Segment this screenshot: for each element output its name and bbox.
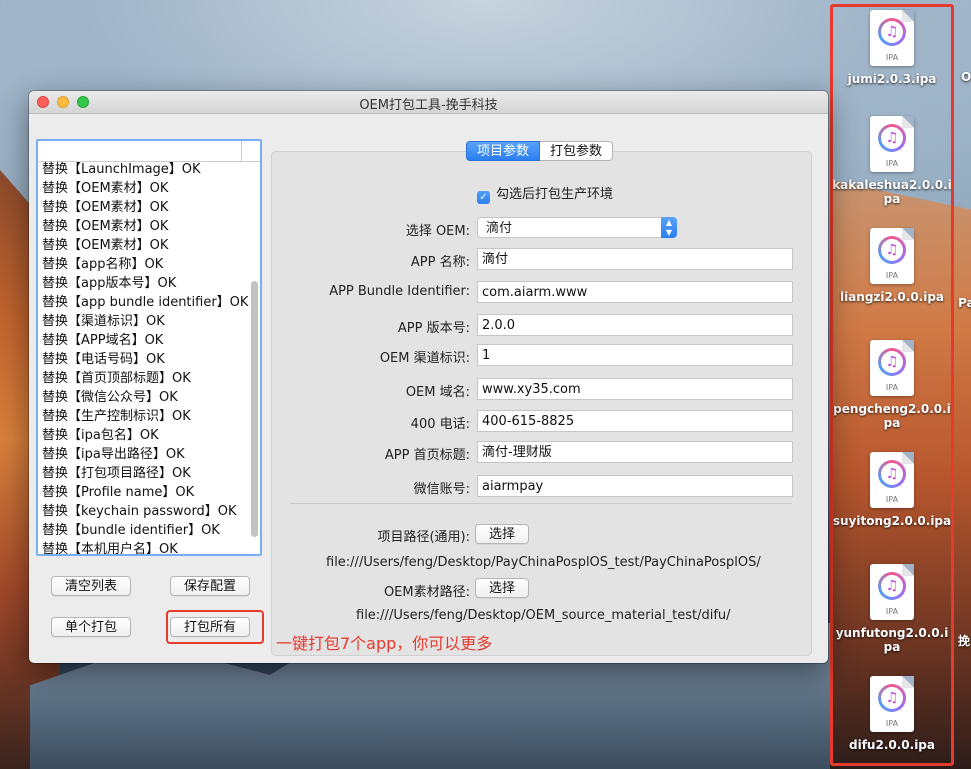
oem-domain-label: OEM 域名:: [405, 385, 470, 400]
save-config-button[interactable]: 保存配置: [170, 576, 250, 596]
phone-label: 400 电话:: [410, 417, 470, 432]
log-item[interactable]: 替换【bundle identifier】OK: [42, 521, 248, 540]
tab-project-params[interactable]: 项目参数: [466, 141, 541, 161]
log-item[interactable]: 替换【OEM素材】OK: [42, 198, 248, 217]
app-name-field[interactable]: 滴付: [477, 248, 793, 270]
list-header: [38, 141, 260, 162]
project-path-label: 项目路径(通用):: [377, 530, 470, 545]
clear-list-button[interactable]: 清空列表: [51, 576, 131, 596]
checkmark-icon: ✓: [477, 191, 490, 204]
build-single-button[interactable]: 单个打包: [51, 617, 131, 637]
oem-select-value: 滴付: [486, 221, 513, 236]
app-version-field[interactable]: 2.0.0: [477, 314, 793, 336]
title-bar[interactable]: OEM打包工具-挽手科技: [29, 91, 828, 114]
log-item[interactable]: 替换【OEM素材】OK: [42, 217, 248, 236]
wechat-account-label: 微信账号:: [413, 482, 470, 497]
home-title-label: APP 首页标题:: [384, 448, 470, 463]
annotation-text: 一键打包7个app，你可以更多: [276, 634, 493, 653]
app-version-label: APP 版本号:: [397, 321, 470, 336]
choose-project-path-button[interactable]: 选择: [475, 524, 529, 544]
log-item[interactable]: 替换【LaunchImage】OK: [42, 160, 248, 179]
highlight-box-build-all: [166, 610, 264, 644]
tab-build-params[interactable]: 打包参数: [540, 141, 614, 161]
desktop-file-name-partial: 挽: [958, 634, 971, 648]
log-item[interactable]: 替换【OEM素材】OK: [42, 179, 248, 198]
divider: [290, 503, 792, 504]
log-item[interactable]: 替换【渠道标识】OK: [42, 312, 248, 331]
log-list[interactable]: 替换【LaunchImage】OK 替换【OEM素材】OK 替换【OEM素材】OK 替…: [36, 139, 262, 556]
oem-select-label: 选择 OEM:: [405, 224, 470, 239]
log-item[interactable]: 替换【OEM素材】OK: [42, 236, 248, 255]
app-window: OEM打包工具-挽手科技 替换【LaunchImage】OK 替换【OEM素材】O…: [29, 91, 828, 663]
log-item[interactable]: 替换【app名称】OK: [42, 255, 248, 274]
list-scrollbar[interactable]: [251, 281, 258, 537]
log-item[interactable]: 替换【keychain password】OK: [42, 502, 248, 521]
log-item[interactable]: 替换【打包项目路径】OK: [42, 464, 248, 483]
channel-id-field[interactable]: 1: [477, 344, 793, 366]
home-title-field[interactable]: 滴付-理财版: [477, 441, 793, 463]
log-item[interactable]: 替换【首页顶部标题】OK: [42, 369, 248, 388]
app-name-label: APP 名称:: [410, 255, 470, 270]
highlight-box-ipa-files: [830, 4, 954, 766]
bundle-id-label: APP Bundle Identifier:: [329, 284, 470, 299]
window-title: OEM打包工具-挽手科技: [359, 98, 498, 113]
log-item[interactable]: 替换【本机用户名】OK: [42, 540, 248, 554]
checkbox-label: 勾选后打包生产环境: [496, 187, 614, 202]
bundle-id-field[interactable]: com.aiarm.www: [477, 281, 793, 303]
tab-bar: 项目参数 打包参数: [466, 141, 614, 161]
chevron-updown-icon: ▲ ▼: [661, 217, 677, 238]
log-items: 替换【LaunchImage】OK 替换【OEM素材】OK 替换【OEM素材】OK 替…: [42, 160, 248, 554]
material-path-label: OEM素材路径:: [383, 585, 470, 600]
log-item[interactable]: 替换【app版本号】OK: [42, 274, 248, 293]
log-item[interactable]: 替换【app bundle identifier】OK: [42, 293, 248, 312]
log-item[interactable]: 替换【微信公众号】OK: [42, 388, 248, 407]
log-item[interactable]: 替换【Profile name】OK: [42, 483, 248, 502]
log-item[interactable]: 替换【ipa导出路径】OK: [42, 445, 248, 464]
log-item[interactable]: 替换【APP域名】OK: [42, 331, 248, 350]
channel-id-label: OEM 渠道标识:: [379, 351, 470, 366]
material-path-value: file:///Users/feng/Desktop/OEM_source_ma…: [356, 608, 731, 623]
desktop-file-name-partial: O: [961, 70, 971, 84]
oem-select[interactable]: 滴付 ▲ ▼: [477, 217, 677, 238]
oem-domain-field[interactable]: www.xy35.com: [477, 378, 793, 400]
wechat-account-field[interactable]: aiarmpay: [477, 475, 793, 497]
log-item[interactable]: 替换【ipa包名】OK: [42, 426, 248, 445]
log-item[interactable]: 替换【电话号码】OK: [42, 350, 248, 369]
desktop-file-name-partial: Pa: [958, 296, 971, 310]
project-path-value: file:///Users/feng/Desktop/PayChinaPospl…: [326, 555, 761, 570]
production-env-checkbox[interactable]: ✓ 勾选后打包生产环境: [477, 183, 613, 204]
phone-field[interactable]: 400-615-8825: [477, 410, 793, 432]
log-item[interactable]: 替换【生产控制标识】OK: [42, 407, 248, 426]
choose-material-path-button[interactable]: 选择: [475, 578, 529, 598]
